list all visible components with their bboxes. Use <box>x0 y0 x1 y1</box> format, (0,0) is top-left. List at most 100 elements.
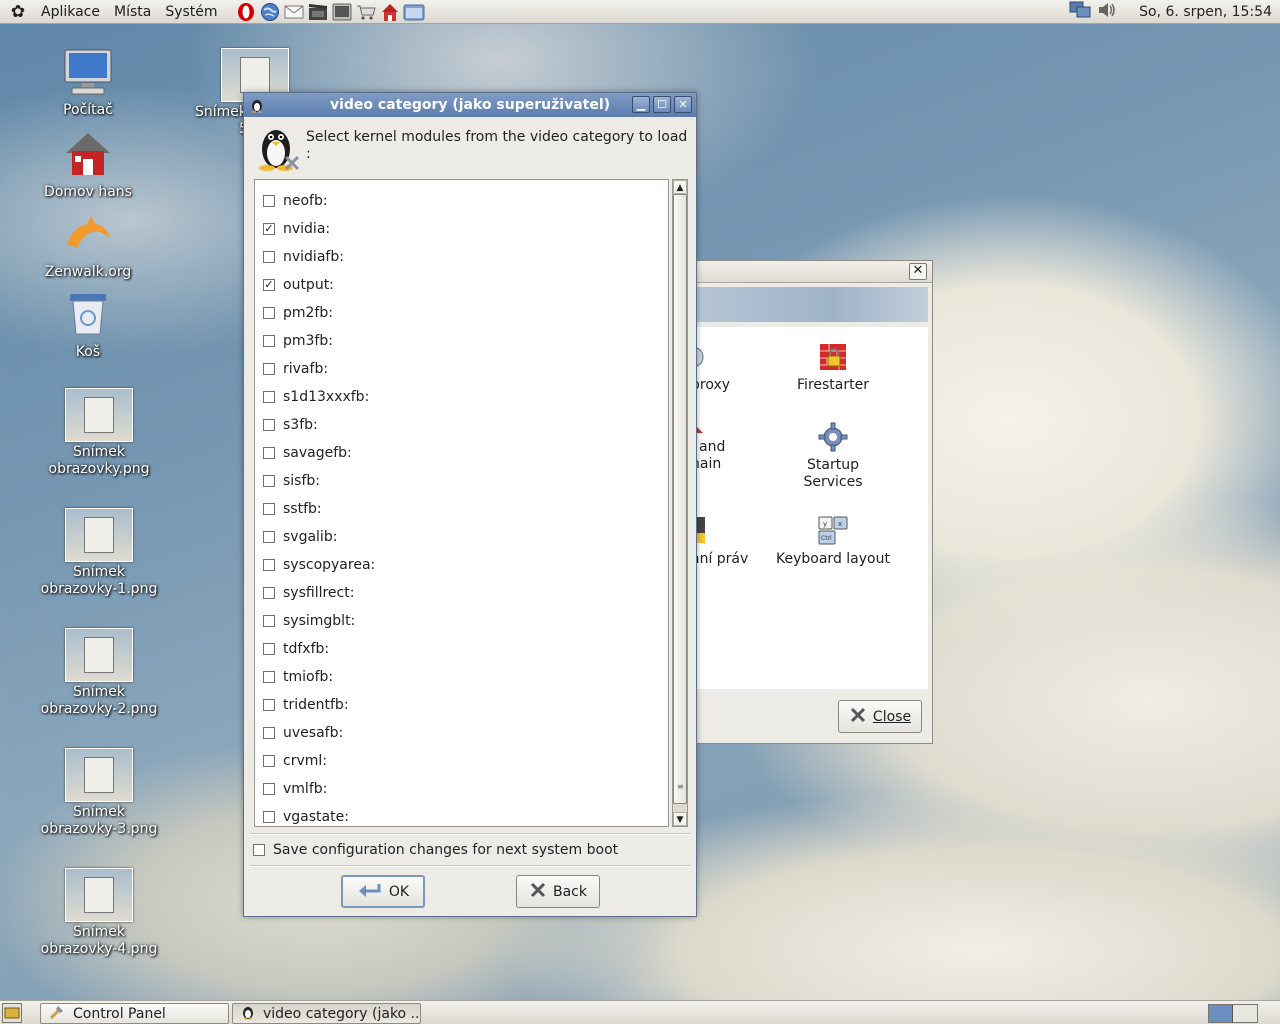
close-icon <box>529 881 547 903</box>
desktop-icon-screenshot[interactable]: Snímek obrazovky.png <box>39 388 159 478</box>
module-list-scrollbar[interactable]: ▲ ≡ ▼ <box>672 179 688 827</box>
menu-aplikace[interactable]: Aplikace <box>34 4 107 20</box>
terminal-icon[interactable] <box>331 1 353 23</box>
workspace-2[interactable] <box>1233 1005 1257 1022</box>
module-checkbox[interactable]: ✓ <box>263 279 275 291</box>
home-icon[interactable] <box>379 1 401 23</box>
workspace-switcher[interactable] <box>1208 1004 1258 1023</box>
module-item[interactable]: ✓ nvidia: <box>255 215 668 243</box>
module-checkbox[interactable] <box>263 475 275 487</box>
cp-item-permissions[interactable]: ání práv <box>691 515 751 568</box>
cp-item-startup-services[interactable]: Startup Services <box>783 421 883 491</box>
desktop-icon-screenshot-3[interactable]: Snímek obrazovky-3.png <box>39 748 159 838</box>
scrollbar-thumb[interactable]: ≡ <box>673 194 687 804</box>
window-close-button[interactable]: ✕ <box>909 263 927 280</box>
module-checkbox[interactable] <box>263 503 275 515</box>
control-panel-titlebar[interactable]: ✕ <box>691 261 932 283</box>
module-item[interactable]: tmiofb: <box>255 663 668 691</box>
folder-icon[interactable] <box>403 1 425 23</box>
browser-icon[interactable] <box>259 1 281 23</box>
volume-icon[interactable] <box>1097 1 1117 23</box>
desktop-icon-home[interactable]: Domov hans <box>28 126 148 201</box>
cp-item-domain[interactable]: and nain <box>691 419 741 473</box>
module-checkbox[interactable] <box>263 363 275 375</box>
desktop-icon-trash[interactable]: Koš <box>28 286 148 361</box>
module-item[interactable]: neofb: <box>255 187 668 215</box>
module-item[interactable]: sysimgblt: <box>255 607 668 635</box>
menu-mista[interactable]: Místa <box>107 4 158 20</box>
module-checkbox[interactable] <box>263 559 275 571</box>
module-checkbox[interactable] <box>263 251 275 263</box>
minimize-button[interactable]: ▁ <box>632 96 650 113</box>
menu-system[interactable]: Systém <box>158 4 224 20</box>
task-control-panel[interactable]: Control Panel <box>40 1003 229 1024</box>
clock[interactable]: So, 6. srpen, 15:54 <box>1139 4 1272 20</box>
video-icon[interactable] <box>307 1 329 23</box>
module-checkbox[interactable] <box>263 447 275 459</box>
back-button[interactable]: Back <box>516 875 600 908</box>
module-checkbox[interactable] <box>263 419 275 431</box>
module-item[interactable]: sisfb: <box>255 467 668 495</box>
module-item[interactable]: s1d13xxxfb: <box>255 383 668 411</box>
module-checkbox[interactable]: ✓ <box>263 223 275 235</box>
module-checkbox[interactable] <box>263 699 275 711</box>
task-video-category[interactable]: video category (jako ... <box>232 1003 421 1024</box>
network-icon[interactable] <box>1069 0 1091 24</box>
desktop-icon-screenshot-1[interactable]: Snímek obrazovky-1.png <box>39 508 159 598</box>
module-checkbox[interactable] <box>263 391 275 403</box>
module-item[interactable]: svgalib: <box>255 523 668 551</box>
cp-item-proxy[interactable]: proxy <box>682 341 741 394</box>
cp-item-firestarter[interactable]: Firestarter <box>783 341 883 394</box>
desktop-icon-zenwalk[interactable]: Zenwalk.org <box>28 206 148 281</box>
cp-item-keyboard-layout[interactable]: y x Ctrl Keyboard layout <box>771 515 895 568</box>
module-item[interactable]: s3fb: <box>255 411 668 439</box>
desktop-icon-computer[interactable]: Počítač <box>28 44 148 119</box>
module-item[interactable]: vgastate: <box>255 803 668 826</box>
maximize-button[interactable]: ☐ <box>653 96 671 113</box>
module-item[interactable]: syscopyarea: <box>255 551 668 579</box>
module-label: output: <box>283 277 334 293</box>
opera-icon[interactable] <box>235 1 257 23</box>
module-checkbox[interactable] <box>263 727 275 739</box>
module-item[interactable]: ✓ output: <box>255 271 668 299</box>
module-checkbox[interactable] <box>263 755 275 767</box>
module-item[interactable]: savagefb: <box>255 439 668 467</box>
module-checkbox[interactable] <box>263 307 275 319</box>
module-item[interactable]: pm3fb: <box>255 327 668 355</box>
module-item[interactable]: vmlfb: <box>255 775 668 803</box>
scroll-down-arrow[interactable]: ▼ <box>673 812 687 826</box>
mail-icon[interactable] <box>283 1 305 23</box>
workspace-1[interactable] <box>1209 1005 1234 1022</box>
module-checkbox[interactable] <box>263 671 275 683</box>
module-item[interactable]: nvidiafb: <box>255 243 668 271</box>
module-checkbox[interactable] <box>263 643 275 655</box>
module-checkbox[interactable] <box>263 195 275 207</box>
module-item[interactable]: uvesafb: <box>255 719 668 747</box>
show-desktop-icon[interactable] <box>2 1003 22 1023</box>
module-checkbox[interactable] <box>263 783 275 795</box>
scroll-up-arrow[interactable]: ▲ <box>673 180 687 194</box>
save-config-row[interactable]: Save configuration changes for next syst… <box>253 842 618 858</box>
module-checkbox[interactable] <box>263 587 275 599</box>
close-window-button[interactable]: ✕ <box>674 96 692 113</box>
desktop-icon-screenshot-4[interactable]: Snímek obrazovky-4.png <box>39 868 159 958</box>
module-item[interactable]: sstfb: <box>255 495 668 523</box>
module-checkbox[interactable] <box>263 531 275 543</box>
module-item[interactable]: pm2fb: <box>255 299 668 327</box>
desktop-icon-screenshot-2[interactable]: Snímek obrazovky-2.png <box>39 628 159 718</box>
cart-icon[interactable] <box>355 1 377 23</box>
module-item[interactable]: rivafb: <box>255 355 668 383</box>
module-item[interactable]: crvml: <box>255 747 668 775</box>
module-item[interactable]: sysfillrect: <box>255 579 668 607</box>
save-config-checkbox[interactable] <box>253 844 265 856</box>
module-item[interactable]: tdfxfb: <box>255 635 668 663</box>
close-button[interactable]: Close <box>838 700 922 733</box>
module-checkbox[interactable] <box>263 615 275 627</box>
module-item[interactable]: tridentfb: <box>255 691 668 719</box>
ok-button[interactable]: OK <box>341 875 425 908</box>
gnome-foot-icon[interactable]: ✿ <box>8 2 28 22</box>
module-checkbox[interactable] <box>263 335 275 347</box>
dialog-titlebar[interactable]: video category (jako superuživatel) ▁ ☐ … <box>244 93 696 117</box>
module-checkbox[interactable] <box>263 811 275 823</box>
module-label: s3fb: <box>283 417 318 433</box>
